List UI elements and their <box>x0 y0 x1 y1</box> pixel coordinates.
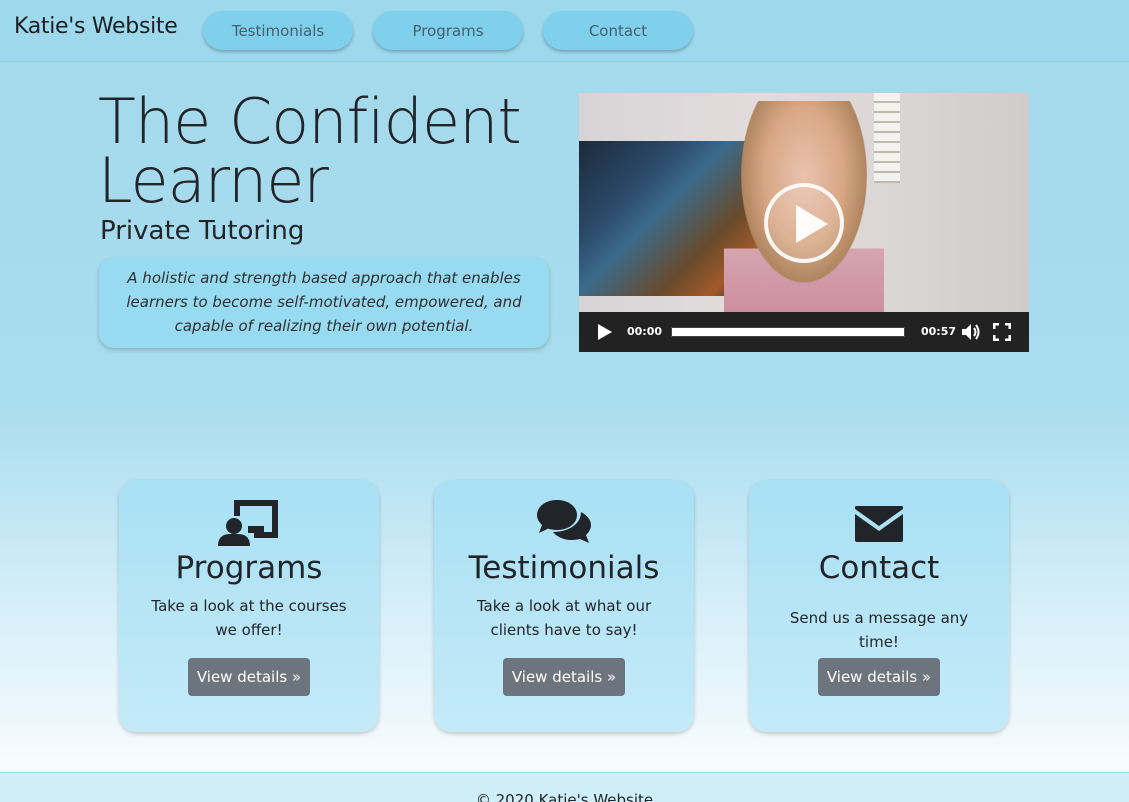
big-play-icon[interactable] <box>764 183 844 263</box>
fullscreen-icon[interactable] <box>993 323 1011 341</box>
video-controls: 00:00 00:57 <box>579 312 1029 352</box>
programs-view-details-button[interactable]: View details » <box>188 658 310 696</box>
nav-contact-button[interactable]: Contact <box>543 11 693 50</box>
nav-testimonials-button[interactable]: Testimonials <box>203 11 353 50</box>
intro-video-player[interactable]: 00:00 00:57 <box>579 93 1029 352</box>
envelope-icon <box>749 498 1009 548</box>
hero-title-line1: The Confident <box>98 85 522 158</box>
card-programs: Programs Take a look at the courses we o… <box>119 480 379 732</box>
card-text: Take a look at the courses we offer! <box>151 597 347 639</box>
testimonials-view-details-button[interactable]: View details » <box>503 658 625 696</box>
nav-programs-button[interactable]: Programs <box>373 11 523 50</box>
hero-subtitle: Private Tutoring <box>100 216 305 246</box>
footer-copyright: © 2020 Katie's Website <box>475 791 654 802</box>
hero-title-line2: Learner <box>98 144 329 217</box>
play-icon[interactable] <box>598 324 612 340</box>
duration-time: 00:57 <box>921 325 957 338</box>
card-title: Contact <box>818 550 940 586</box>
brand-link[interactable]: Katie's Website <box>14 14 178 39</box>
video-thumbnail <box>579 93 1029 312</box>
card-text: Send us a message any time! <box>789 609 969 651</box>
hero-title: The Confident Learner <box>98 85 522 217</box>
volume-icon[interactable] <box>961 323 981 341</box>
card-text: Take a look at what our clients have to … <box>476 597 652 639</box>
card-title: Testimonials <box>468 550 660 586</box>
hero-description: A holistic and strength based approach t… <box>99 257 549 348</box>
current-time: 00:00 <box>627 325 663 338</box>
comments-icon <box>434 498 694 548</box>
card-testimonials: Testimonials Take a look at what our cli… <box>434 480 694 732</box>
card-title: Programs <box>175 550 323 586</box>
chalkboard-teacher-icon <box>119 498 379 548</box>
navbar: Katie's Website Testimonials Programs Co… <box>0 0 1129 62</box>
card-contact: Contact Send us a message any time! View… <box>749 480 1009 732</box>
video-progress-bar[interactable] <box>671 327 905 337</box>
contact-view-details-button[interactable]: View details » <box>818 658 940 696</box>
footer: © 2020 Katie's Website <box>0 772 1129 802</box>
